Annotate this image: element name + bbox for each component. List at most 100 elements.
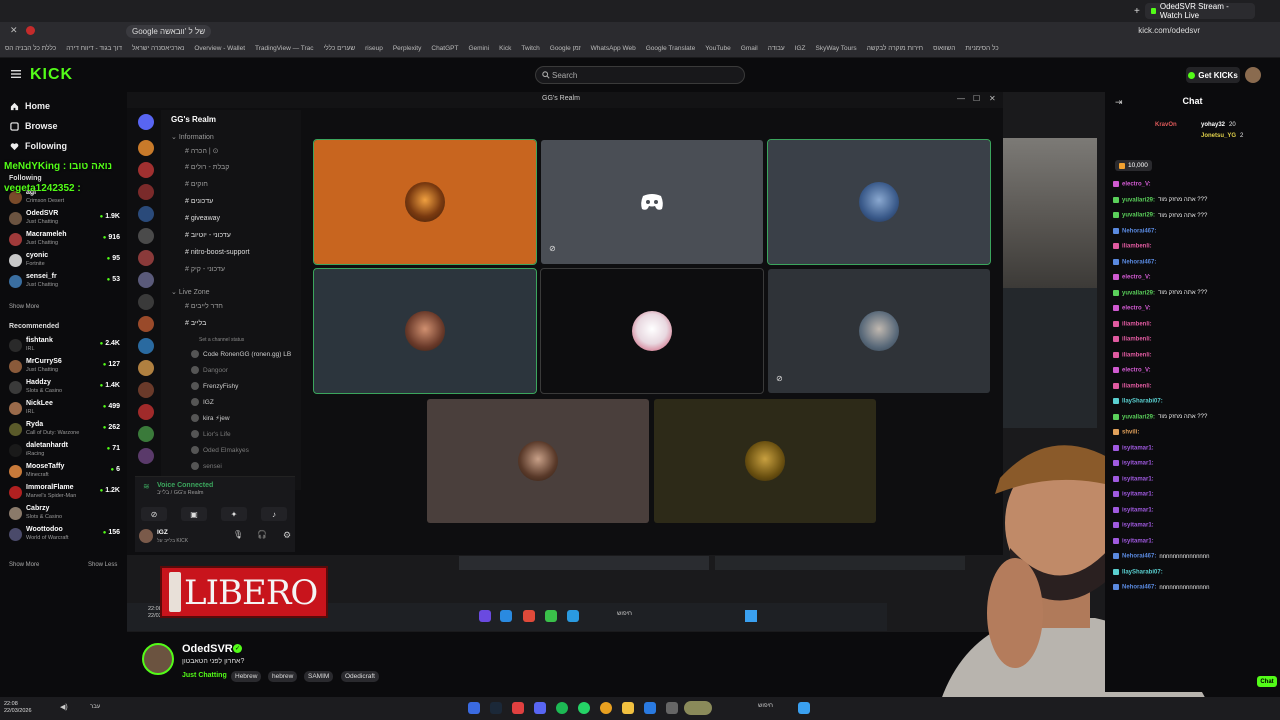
chat-username[interactable]: IlaySharabi07:: [1122, 569, 1163, 575]
discord-channel[interactable]: # חוקים: [185, 181, 208, 188]
bookmark-item[interactable]: דוך בגוד - דיווח דירה: [66, 45, 122, 52]
server-icon[interactable]: [138, 316, 154, 332]
chat-username[interactable]: yuvallari29:: [1122, 290, 1155, 296]
discord-channel[interactable]: # nitro-boost-support: [185, 249, 250, 256]
chat-username[interactable]: electro_V:: [1122, 306, 1151, 312]
sidebar-channel[interactable]: MooseTaffy Minecraft 6: [6, 462, 124, 482]
settings-gear-icon[interactable]: ⚙: [283, 530, 291, 541]
nav-home[interactable]: Home: [10, 98, 50, 114]
chat-username[interactable]: iliambenli:: [1122, 352, 1152, 358]
stream-category[interactable]: Just Chatting: [182, 672, 227, 679]
voice-tile[interactable]: [313, 268, 537, 394]
maximize-icon[interactable]: ☐: [973, 94, 980, 103]
bookmark-item[interactable]: נארכיאסנרה ישראל: [132, 45, 184, 52]
streamer-avatar[interactable]: [142, 643, 174, 675]
discord-channel[interactable]: # הכרה | ⊙: [185, 147, 219, 155]
nav-browse[interactable]: Browse: [10, 118, 58, 134]
voice-user[interactable]: kira ⚡jew: [191, 414, 230, 422]
sidebar-channel[interactable]: OdedSVR Just Chatting 1.9K: [6, 209, 124, 229]
omnibox[interactable]: Google של ל 'וובאשה: [126, 25, 212, 38]
os-clock[interactable]: 22:08 22/03/2026: [4, 701, 32, 715]
sidebar-channel[interactable]: ImmoralFlame Marvel's Spider-Man 1.2K: [6, 483, 124, 503]
camera-off-button[interactable]: ⊘: [141, 507, 167, 521]
bookmark-item[interactable]: riseup: [365, 45, 383, 52]
voice-user[interactable]: Code RonenGG (ronen.gg) LB: [191, 350, 291, 358]
pinned-gifter[interactable]: Jonetsu_YG 2: [1201, 133, 1243, 139]
bookmark-item[interactable]: כל הסימניות: [965, 45, 998, 52]
spotify-icon[interactable]: [556, 702, 568, 714]
app-icon[interactable]: [468, 702, 480, 714]
app-icon[interactable]: [512, 702, 524, 714]
record-icon[interactable]: [26, 26, 35, 35]
address-url[interactable]: kick.com/odedsvr: [1138, 26, 1200, 35]
bookmark-item[interactable]: YouTube: [705, 45, 731, 52]
hamburger-menu-icon[interactable]: [11, 69, 21, 79]
pinned-gifter[interactable]: yohay32 20: [1201, 122, 1236, 128]
server-icon[interactable]: [138, 206, 154, 222]
browser-tab[interactable]: OdedSVR Stream - Watch Live: [1145, 2, 1255, 20]
windows-start-icon[interactable]: [798, 702, 810, 714]
discord-channel[interactable]: ⌄ Information: [171, 133, 214, 141]
discord-channel[interactable]: # קבלת - רולים: [185, 164, 229, 171]
stream-tag[interactable]: SAMIM: [304, 671, 334, 682]
pinned-gifter[interactable]: KravOn: [1155, 122, 1181, 128]
sidebar-channel[interactable]: Haddzy Slots & Casino 1.4K: [6, 378, 124, 398]
whatsapp-icon[interactable]: [578, 702, 590, 714]
chrome-icon[interactable]: [600, 702, 612, 714]
voice-tile[interactable]: ⊘: [768, 269, 990, 393]
steam-icon[interactable]: [490, 702, 502, 714]
chat-username[interactable]: iliambenli:: [1122, 244, 1152, 250]
bookmark-item[interactable]: Gmail: [741, 45, 758, 52]
voice-tile[interactable]: [767, 139, 991, 265]
user-avatar[interactable]: [1245, 67, 1261, 83]
chat-username[interactable]: isyitamar1:: [1122, 523, 1154, 529]
discord-channel[interactable]: # עדכונים: [185, 198, 213, 205]
os-search-label[interactable]: חיפוש: [758, 703, 773, 709]
headphones-icon[interactable]: 🎧: [257, 530, 267, 539]
server-icon[interactable]: [138, 404, 154, 420]
chat-username[interactable]: electro_V:: [1122, 275, 1151, 281]
chat-username[interactable]: isyitamar1:: [1122, 476, 1154, 482]
discord-channel[interactable]: ⌄ Live Zone: [171, 288, 210, 296]
discord-channel[interactable]: # עדכוני - קיק: [185, 266, 225, 273]
minimize-icon[interactable]: —: [957, 94, 965, 103]
chat-username[interactable]: isyitamar1:: [1122, 507, 1154, 513]
voice-tile[interactable]: [313, 139, 537, 265]
chat-username[interactable]: Nehorai467:: [1122, 585, 1156, 591]
voice-user[interactable]: FrenzyFishy: [191, 382, 238, 390]
voice-tile[interactable]: ⊘: [541, 140, 763, 264]
server-icon[interactable]: [138, 272, 154, 288]
sidebar-channel[interactable]: fishtank IRL 2.4K: [6, 336, 124, 356]
chat-username[interactable]: isyitamar1:: [1122, 492, 1154, 498]
bookmark-item[interactable]: שערים כללי: [324, 45, 356, 52]
chat-send-button[interactable]: Chat: [1257, 676, 1277, 687]
chat-username[interactable]: iliambenli:: [1122, 337, 1152, 343]
stream-tag[interactable]: hebrew: [268, 671, 298, 682]
discord-channel[interactable]: # giveaway: [185, 215, 220, 222]
sidebar-channel[interactable]: MrCurryS6 Just Chatting 127: [6, 357, 124, 377]
chat-username[interactable]: iliambenli:: [1122, 321, 1152, 327]
bookmark-item[interactable]: WhatsApp Web: [591, 45, 636, 52]
bookmark-item[interactable]: IGZ: [795, 45, 806, 52]
sidebar-channel[interactable]: Macrameleh Just Chatting 916: [6, 230, 124, 250]
voice-user[interactable]: Lior's Life: [191, 430, 231, 438]
bookmark-item[interactable]: Google Translate: [646, 45, 696, 52]
nav-following[interactable]: Following: [10, 138, 67, 154]
server-icon[interactable]: [138, 250, 154, 266]
my-avatar[interactable]: [139, 529, 153, 543]
search-input[interactable]: Search: [535, 66, 745, 84]
server-icon[interactable]: [138, 448, 154, 464]
voice-tile[interactable]: [540, 268, 764, 394]
channel-status-hint[interactable]: Set a channel status: [199, 337, 244, 343]
chat-username[interactable]: Nehorai467:: [1122, 554, 1156, 560]
chat-username[interactable]: Nehorai467:: [1122, 259, 1156, 265]
server-icon[interactable]: [138, 338, 154, 354]
voice-channel-sub[interactable]: בלייב / GG's Realm: [157, 490, 204, 496]
chat-username[interactable]: electro_V:: [1122, 182, 1151, 188]
bookmark-item[interactable]: TradingView — Trac: [255, 45, 314, 52]
stream-tag[interactable]: Hebrew: [231, 671, 262, 682]
voice-tile[interactable]: [427, 399, 649, 523]
kick-logo[interactable]: KICK: [30, 66, 73, 84]
show-less-recommended[interactable]: Show Less: [88, 562, 117, 568]
bookmark-item[interactable]: חירות מוקרה לבקשה: [867, 45, 923, 52]
